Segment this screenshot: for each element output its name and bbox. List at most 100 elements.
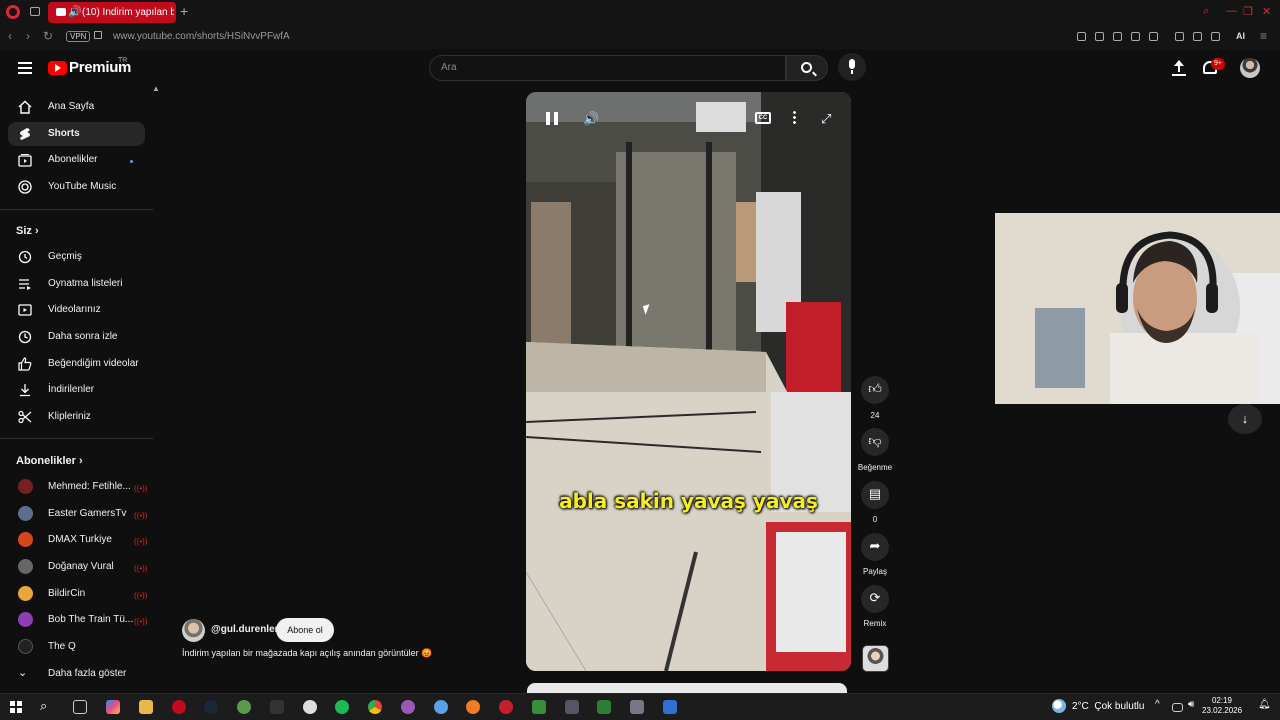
blender-icon[interactable] <box>466 700 480 714</box>
search-button[interactable] <box>786 55 828 81</box>
hamburger-menu-icon[interactable] <box>18 62 32 74</box>
sidebar-channel-item[interactable]: The Q <box>8 635 145 659</box>
sidebar-item-your-videos[interactable]: Videolarınız <box>8 298 145 322</box>
fullscreen-icon[interactable]: ⤢ <box>821 111 831 127</box>
sidebar-item-watch-later[interactable]: Daha sonra izle <box>8 325 145 349</box>
sidebar-channel-item[interactable]: BildirCin ((•)) <box>8 582 147 606</box>
app-icon[interactable] <box>630 700 644 714</box>
downloads-icon[interactable] <box>1211 32 1220 41</box>
youtube-premium-logo[interactable]: Premium TR <box>48 57 168 79</box>
channel-name: Easter GamersTv <box>48 508 127 519</box>
close-window-button[interactable]: ✕ <box>1262 5 1271 18</box>
back-icon[interactable]: ‹ <box>8 29 12 43</box>
copilot-icon[interactable] <box>106 700 120 714</box>
opera-browser-icon[interactable] <box>172 700 186 714</box>
subscribe-button[interactable]: Abone ol <box>276 618 334 642</box>
bookmark-icon[interactable] <box>1077 32 1086 41</box>
shorts-video-player[interactable] <box>526 92 851 671</box>
new-tab-button[interactable]: + <box>180 3 188 19</box>
weather-icon[interactable] <box>1052 699 1066 713</box>
sidebar-item-shorts[interactable]: Shorts <box>8 122 145 146</box>
clock[interactable]: 02:19 23.02.2026 <box>1202 696 1242 716</box>
share-button[interactable]: ➦ <box>861 533 889 561</box>
sidebar-channel-item[interactable]: Bob The Train Tü... ((•)) <box>8 608 147 632</box>
opera-logo-icon[interactable] <box>6 5 20 19</box>
weather-widget[interactable]: 2°C Çok bulutlu <box>1072 701 1144 712</box>
epic-games-icon[interactable] <box>270 700 284 714</box>
voice-search-button[interactable] <box>838 53 866 81</box>
browser-menu-icon[interactable]: ≡ <box>1260 29 1267 43</box>
next-short-preview[interactable] <box>527 683 847 693</box>
you-section-heading[interactable]: Siz › <box>16 225 39 237</box>
app-icon[interactable] <box>434 700 448 714</box>
sidebar-channel-item[interactable]: DMAX Turkiye ((•)) <box>8 528 147 552</box>
captions-button[interactable]: CC <box>755 112 771 124</box>
more-options-icon[interactable] <box>793 110 796 125</box>
vpn-badge[interactable]: VPN <box>66 31 91 42</box>
forward-icon[interactable]: › <box>26 29 30 43</box>
like-button[interactable]: 👍︎ <box>861 376 889 404</box>
sidebar-item-downloads[interactable]: İndirilenler <box>8 378 145 402</box>
adblock-icon[interactable] <box>1113 32 1122 41</box>
profile-icon[interactable] <box>1193 32 1202 41</box>
comments-button[interactable]: ▤ <box>861 481 889 509</box>
lock-icon[interactable] <box>94 31 102 39</box>
obs-icon[interactable] <box>303 700 317 714</box>
subscriptions-section-heading[interactable]: Abonelikler › <box>16 455 83 467</box>
media-icon[interactable] <box>499 700 513 714</box>
xbox-icon[interactable] <box>237 700 251 714</box>
account-avatar[interactable] <box>1240 58 1260 78</box>
sidebar-item-youtube-music[interactable]: YouTube Music <box>8 175 145 199</box>
search-input[interactable]: Ara <box>429 55 786 81</box>
tray-chevron-up-icon[interactable]: ^ <box>1155 699 1169 713</box>
sidebar-item-playlists[interactable]: Oynatma listeleri <box>8 272 145 296</box>
sidebar-scroll-up-icon[interactable]: ▲ <box>152 84 160 93</box>
extensions-icon[interactable] <box>1175 32 1184 41</box>
next-video-button[interactable]: ↓ <box>1228 404 1262 434</box>
nvidia-icon[interactable] <box>597 700 611 714</box>
discord-icon[interactable] <box>401 700 415 714</box>
speaker-icon[interactable]: 🔊 <box>68 5 82 18</box>
sidebar-item-liked-videos[interactable]: Beğendiğim videolar <box>8 352 145 376</box>
snapshot-icon[interactable] <box>1095 32 1104 41</box>
tool-icon[interactable] <box>565 700 579 714</box>
windows-start-icon[interactable] <box>10 701 22 713</box>
pause-button[interactable] <box>546 112 558 125</box>
create-upload-icon[interactable] <box>1172 60 1186 76</box>
volume-button[interactable]: 🔊 <box>583 111 599 127</box>
chrome-icon[interactable] <box>368 700 382 714</box>
sidebar-item-home[interactable]: Ana Sayfa <box>8 95 145 119</box>
file-explorer-icon[interactable] <box>139 700 153 714</box>
tb-app-icon[interactable] <box>663 700 677 714</box>
minimize-button[interactable]: — <box>1226 5 1237 17</box>
steam-icon[interactable] <box>204 700 218 714</box>
reload-icon[interactable]: ↻ <box>43 29 53 43</box>
ai-button[interactable]: AI <box>1236 31 1245 41</box>
search-icon[interactable]: ⌕ <box>40 698 54 713</box>
sidebar-item-subscriptions[interactable]: Abonelikler <box>8 148 145 172</box>
heart-icon[interactable] <box>1149 32 1158 41</box>
sound-source-thumbnail[interactable] <box>862 645 889 672</box>
dislike-button[interactable]: 👎︎ <box>861 428 889 456</box>
sidebar-channel-item[interactable]: Easter GamersTv ((•)) <box>8 502 147 526</box>
sidebar-channel-item[interactable]: Doğanay Vural ((•)) <box>8 555 147 579</box>
sidebar-item-history[interactable]: Geçmiş <box>8 245 145 269</box>
browser-tab-active[interactable]: 🔊 (10) İndirim yapılan bir <box>48 2 176 23</box>
minecraft-icon[interactable] <box>532 700 546 714</box>
tab-overview-icon[interactable] <box>30 7 40 16</box>
url-field[interactable]: www.youtube.com/shorts/HSiNvvPFwfA <box>113 31 290 42</box>
network-icon[interactable] <box>1172 703 1183 712</box>
search-tabs-icon[interactable]: ⌕ <box>1203 5 1209 18</box>
notification-center-icon[interactable]: 🔔︎ <box>1258 699 1272 713</box>
show-more-button[interactable]: ⌄ Daha fazla göster <box>8 662 145 686</box>
task-view-icon[interactable] <box>73 700 87 714</box>
sidebar-channel-item[interactable]: Mehmed: Fetihle... ((•)) <box>8 475 147 499</box>
channel-name[interactable]: @gul.durenler <box>211 624 279 635</box>
speaker-tray-icon[interactable]: 🔊︎ <box>1188 699 1202 713</box>
remix-button[interactable]: ⟳ <box>861 585 889 613</box>
sidebar-item-clips[interactable]: Klipleriniz <box>8 405 145 429</box>
player-icon[interactable] <box>1131 32 1140 41</box>
channel-avatar[interactable] <box>182 619 205 642</box>
restore-button[interactable]: ❐ <box>1243 5 1253 18</box>
spotify-icon[interactable] <box>335 700 349 714</box>
